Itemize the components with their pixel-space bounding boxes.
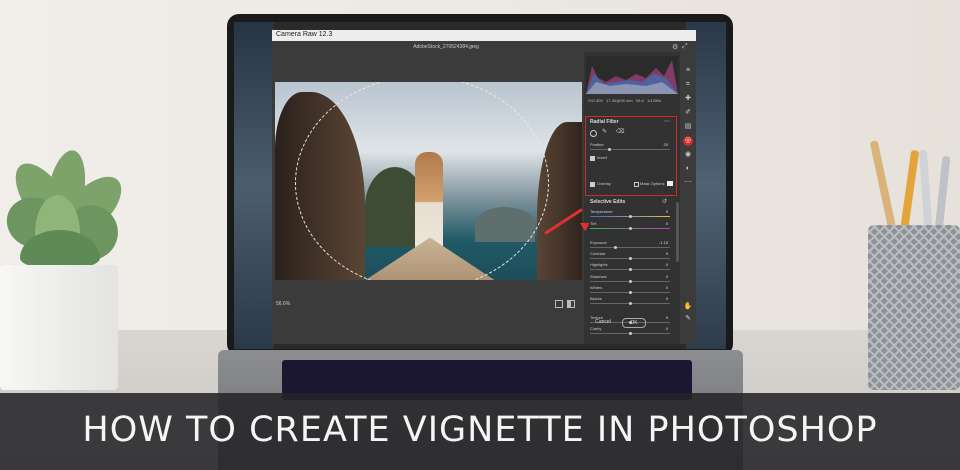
- edit-value[interactable]: 0: [656, 274, 668, 279]
- edit-value[interactable]: 0: [656, 285, 668, 290]
- edit-value[interactable]: 0: [656, 326, 668, 331]
- new-mask-icon[interactable]: [590, 130, 597, 137]
- plant-pot: [0, 265, 118, 390]
- graduated-filter-icon[interactable]: ▤: [683, 122, 693, 132]
- edit-value[interactable]: 0: [656, 221, 668, 226]
- radial-filter-ellipse[interactable]: [295, 82, 549, 280]
- edit-label: Contrast: [590, 251, 606, 256]
- snapshots-icon[interactable]: ◐: [683, 164, 693, 174]
- edit-value[interactable]: 0: [656, 315, 668, 320]
- camera-metadata: ISO 400 17-40@28 mm f/5.6 1/1250s: [588, 98, 661, 103]
- edit-value[interactable]: -1.15: [656, 240, 668, 245]
- red-eye-icon[interactable]: ◉: [683, 150, 693, 160]
- histogram-graph: [586, 60, 678, 94]
- more-icon[interactable]: ⋯: [683, 178, 693, 188]
- panel-options-icon[interactable]: ⋯: [664, 118, 670, 125]
- desktop-wallpaper-left: [234, 22, 274, 349]
- radial-filter-icon[interactable]: ◎: [683, 136, 693, 146]
- feather-slider[interactable]: [590, 149, 670, 150]
- reset-icon[interactable]: ↺: [662, 198, 667, 205]
- edit-slider-knob[interactable]: [629, 291, 632, 294]
- edit-label: Highlights: [590, 262, 608, 267]
- overlay-label: Overlay: [597, 181, 611, 186]
- edit-label: Temperature: [590, 209, 613, 214]
- invert-label: Invert: [597, 155, 608, 160]
- crop-icon[interactable]: ⌗: [683, 80, 693, 90]
- fullscreen-icon[interactable]: ⤢: [682, 43, 688, 51]
- tool-column: ≡ ⌗ ✚ ✐ ▤ ◎ ◉ ◐ ⋯ ✋ ✎: [682, 66, 694, 326]
- aperture-value: f/5.6: [635, 98, 644, 103]
- overlay-checkbox[interactable]: [590, 182, 595, 187]
- iso-value: ISO 400: [588, 98, 603, 103]
- adjustments-panel: ISO 400 17-40@28 mm f/5.6 1/1250s Radial…: [584, 52, 680, 344]
- edit-slider-knob[interactable]: [629, 302, 632, 305]
- shutter-value: 1/1250s: [647, 98, 662, 103]
- edit-slider-knob[interactable]: [629, 332, 632, 335]
- file-name: AdobeStock_270524384.jpeg: [413, 44, 479, 50]
- edit-value[interactable]: 0: [656, 296, 668, 301]
- compare-view-icon[interactable]: [555, 300, 563, 308]
- edit-label: Shadows: [590, 274, 607, 279]
- image-preview[interactable]: [275, 82, 582, 280]
- healing-icon[interactable]: ✚: [683, 94, 693, 104]
- edit-icon[interactable]: ≡: [683, 66, 693, 76]
- edit-label: Whites: [590, 285, 603, 290]
- mask-options-label: Mask Options: [640, 181, 665, 186]
- edit-label: Exposure: [590, 240, 607, 245]
- camera-raw-dialog: Camera Raw 12.3 AdobeStock_270524384.jpe…: [272, 30, 696, 344]
- edit-slider-knob[interactable]: [629, 215, 632, 218]
- window-title: Camera Raw 12.3: [276, 31, 333, 38]
- edit-value[interactable]: 0: [656, 251, 668, 256]
- feather-value[interactable]: 20: [656, 142, 668, 147]
- mask-color-swatch[interactable]: [667, 181, 673, 186]
- edit-slider-knob[interactable]: [614, 246, 617, 249]
- selective-edits-title: Selective Edits: [590, 199, 626, 205]
- banner-title: HOW TO CREATE VIGNETTE IN PHOTOSHOP: [82, 410, 878, 450]
- lens-value: 17-40@28 mm: [606, 98, 633, 103]
- zoom-level[interactable]: 56.6%: [276, 301, 290, 307]
- title-bar: Camera Raw 12.3: [272, 30, 696, 41]
- mask-options-checkbox[interactable]: [634, 182, 639, 187]
- histogram: [586, 56, 678, 94]
- cancel-button[interactable]: Cancel: [590, 318, 616, 326]
- edit-slider-knob[interactable]: [629, 257, 632, 260]
- laptop-screen: Camera Raw 12.3 AdobeStock_270524384.jpe…: [234, 22, 726, 349]
- edit-label: Blacks: [590, 296, 602, 301]
- feather-slider-knob[interactable]: [608, 148, 611, 151]
- invert-checkbox[interactable]: [590, 156, 595, 161]
- adjustment-brush-icon[interactable]: ✐: [683, 108, 693, 118]
- sampler-icon[interactable]: ✎: [683, 314, 693, 324]
- hand-icon[interactable]: ✋: [683, 302, 693, 312]
- edit-label: Clarity: [590, 326, 602, 331]
- edit-slider-knob[interactable]: [629, 268, 632, 271]
- edit-slider-knob[interactable]: [629, 280, 632, 283]
- radial-filter-title: Radial Filter: [590, 119, 619, 125]
- edit-value[interactable]: 0: [656, 262, 668, 267]
- edit-slider-knob[interactable]: [629, 227, 632, 230]
- feather-label: Feather: [590, 142, 604, 147]
- ok-button[interactable]: OK: [622, 318, 646, 328]
- gear-icon[interactable]: ⚙: [672, 43, 678, 51]
- edit-slider[interactable]: [590, 247, 670, 248]
- toggle-view-icon[interactable]: [567, 300, 575, 308]
- edit-value[interactable]: 0: [656, 209, 668, 214]
- panel-scrollbar[interactable]: [676, 202, 679, 262]
- eraser-icon[interactable]: ⌫: [616, 128, 624, 135]
- brush-icon[interactable]: ✎: [602, 128, 607, 135]
